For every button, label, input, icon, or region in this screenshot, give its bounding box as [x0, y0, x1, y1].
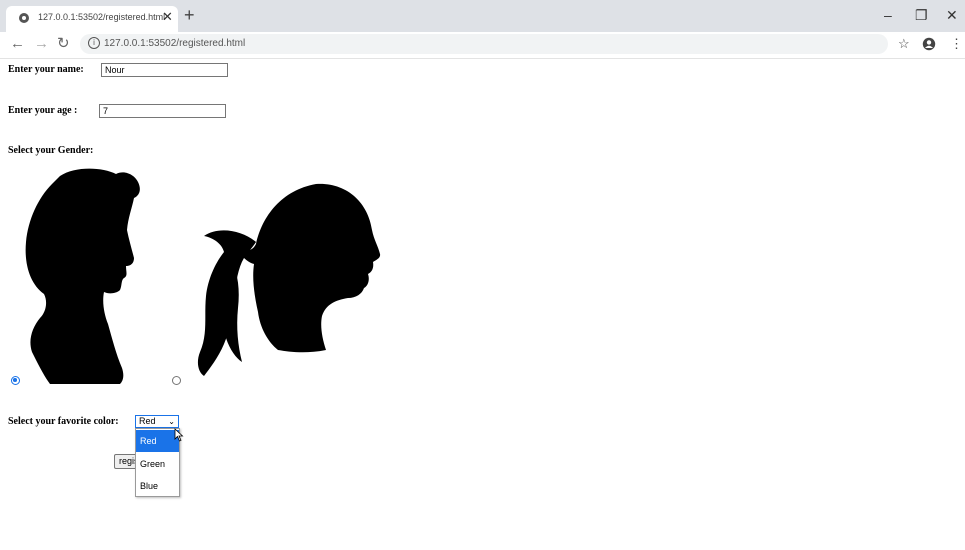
mouse-cursor-icon	[174, 428, 184, 442]
age-label: Enter your age :	[8, 105, 78, 116]
address-bar[interactable]: i 127.0.0.1:53502/registered.html	[80, 34, 888, 54]
url-text: 127.0.0.1:53502/registered.html	[104, 38, 246, 49]
forward-arrow-icon[interactable]: →	[34, 35, 49, 53]
info-icon[interactable]: i	[88, 37, 100, 49]
color-label: Select your favorite color:	[8, 416, 119, 427]
gender-label: Select your Gender:	[8, 145, 94, 156]
browser-toolbar: ← → ↻ i 127.0.0.1:53502/registered.html …	[0, 32, 965, 59]
close-icon[interactable]: ✕	[162, 9, 173, 25]
color-option-blue[interactable]: Blue	[136, 475, 179, 497]
back-arrow-icon[interactable]: ←	[10, 35, 25, 53]
color-select-value: Red	[139, 416, 156, 426]
menu-icon[interactable]: ⋮	[950, 36, 963, 52]
color-option-red[interactable]: Red	[136, 430, 179, 452]
restore-icon[interactable]: ❐	[915, 7, 928, 23]
male-silhouette-image[interactable]	[20, 168, 145, 386]
name-label: Enter your name:	[8, 64, 84, 75]
star-icon[interactable]: ☆	[898, 36, 910, 52]
plus-icon[interactable]: +	[184, 5, 195, 25]
gender-radio-male[interactable]	[11, 376, 20, 385]
tab-strip: 127.0.0.1:53502/registered.html ✕ + – ❐ …	[0, 0, 965, 32]
tab-title: 127.0.0.1:53502/registered.html	[38, 12, 166, 22]
name-input[interactable]	[101, 63, 228, 77]
female-silhouette-image[interactable]	[196, 182, 384, 378]
reload-icon[interactable]: ↻	[57, 35, 70, 53]
browser-tab[interactable]: 127.0.0.1:53502/registered.html ✕	[6, 6, 178, 32]
gender-radio-female[interactable]	[172, 376, 181, 385]
chevron-down-icon: ⌄	[168, 417, 175, 426]
age-input[interactable]	[99, 104, 226, 118]
close-window-icon[interactable]: ✕	[946, 7, 958, 23]
color-select[interactable]: Red ⌄	[135, 415, 179, 428]
profile-icon[interactable]	[922, 37, 936, 51]
globe-icon	[19, 13, 29, 23]
minimize-icon[interactable]: –	[884, 7, 892, 23]
color-option-green[interactable]: Green	[136, 453, 179, 475]
